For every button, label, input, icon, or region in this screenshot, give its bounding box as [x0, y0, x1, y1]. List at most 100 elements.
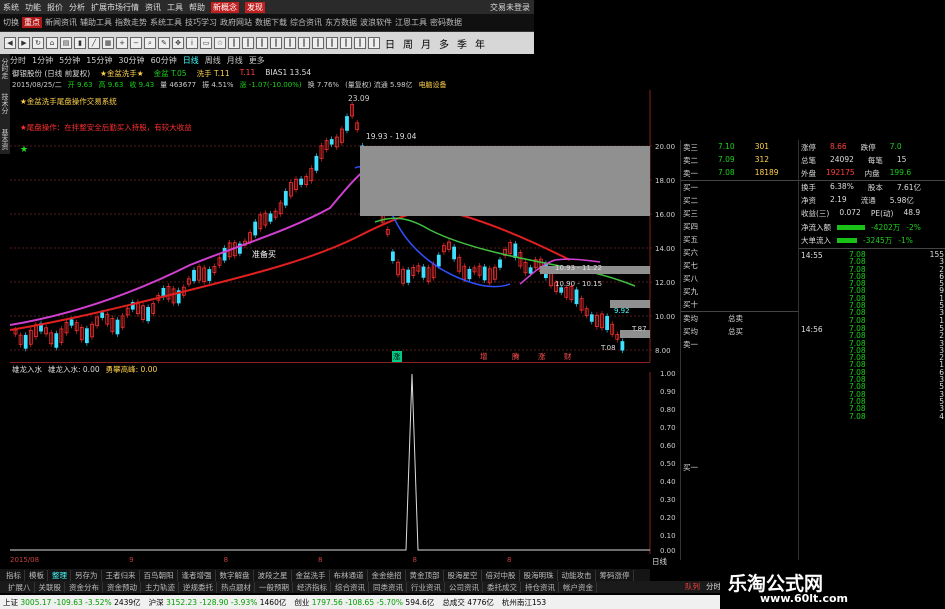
formula-tab-15[interactable]: 股海明珠: [521, 569, 558, 581]
period-8[interactable]: 月线: [227, 55, 243, 66]
formula-tab-4[interactable]: 王者归来: [103, 569, 140, 581]
formula-tab-7[interactable]: 数字解盘: [217, 569, 254, 581]
menu-item-2[interactable]: 报价: [47, 2, 63, 13]
menu-item-1[interactable]: 功能: [25, 2, 41, 13]
menu-red-tab-2[interactable]: 发现: [245, 1, 265, 13]
formula-tab-2[interactable]: 整理: [49, 569, 71, 581]
period-2[interactable]: 5分钟: [59, 55, 80, 66]
bars10-icon[interactable]: ║: [354, 37, 366, 49]
menu-item-6[interactable]: 工具: [167, 2, 183, 13]
chart-icon[interactable]: ▤: [60, 37, 72, 49]
formula-tab-3[interactable]: 另存为: [72, 569, 102, 581]
tab-6[interactable]: 技巧学习: [185, 17, 217, 28]
tab-5[interactable]: 系统工具: [150, 17, 182, 28]
info-icon[interactable]: i: [186, 37, 198, 49]
period-3[interactable]: 15分钟: [86, 55, 112, 66]
info-tab-6[interactable]: 热点题材: [218, 581, 255, 593]
formula-tab-8[interactable]: 波段之星: [255, 569, 292, 581]
info-tab-5[interactable]: 逆规委托: [180, 581, 217, 593]
formula-tab-6[interactable]: 逢者增强: [179, 569, 216, 581]
tab-13[interactable]: 密码数据: [430, 17, 462, 28]
bars9-icon[interactable]: ║: [340, 37, 352, 49]
period-season[interactable]: 季: [454, 36, 470, 51]
formula-tab-17[interactable]: 筹码涨停: [597, 569, 634, 581]
info-tab-15[interactable]: 帐户资金: [560, 581, 597, 593]
side-tab-technical[interactable]: 技术分析: [0, 93, 10, 118]
period-4[interactable]: 30分钟: [118, 55, 144, 66]
print-icon[interactable]: ▭: [200, 37, 212, 49]
tab-0[interactable]: 切换: [3, 17, 19, 28]
bars3-icon[interactable]: ║: [256, 37, 268, 49]
tab-3[interactable]: 辅助工具: [80, 17, 112, 28]
tab-7[interactable]: 政府网站: [220, 17, 252, 28]
rb-tab-2[interactable]: 分时: [706, 581, 721, 592]
menu-item-3[interactable]: 分析: [69, 2, 85, 13]
bars-icon[interactable]: ║: [228, 37, 240, 49]
period-year[interactable]: 年: [472, 36, 488, 51]
bars7-icon[interactable]: ║: [312, 37, 324, 49]
draw-icon[interactable]: ✎: [158, 37, 170, 49]
period-multi[interactable]: 多: [436, 36, 452, 51]
formula-tab-12[interactable]: 黄金顶部: [407, 569, 444, 581]
side-tab-intraday[interactable]: 分时走势: [0, 58, 10, 83]
zoom-out-icon[interactable]: −: [130, 37, 142, 49]
info-tab-12[interactable]: 公司资讯: [446, 581, 483, 593]
info-tab-0[interactable]: 扩展八: [5, 581, 35, 593]
formula-tab-10[interactable]: 布林通道: [331, 569, 368, 581]
menu-item-0[interactable]: 系统: [3, 2, 19, 13]
tab-12[interactable]: 江恩工具: [395, 17, 427, 28]
info-tab-7[interactable]: 一般预期: [256, 581, 293, 593]
period-7[interactable]: 周线: [205, 55, 221, 66]
bars6-icon[interactable]: ║: [298, 37, 310, 49]
info-tab-4[interactable]: 主力轨迹: [142, 581, 179, 593]
formula-tab-9[interactable]: 金盆洗手: [293, 569, 330, 581]
tab-10[interactable]: 东方数据: [325, 17, 357, 28]
info-tab-13[interactable]: 委托成交: [484, 581, 521, 593]
formula-tab-11[interactable]: 金金绝招: [369, 569, 406, 581]
line-icon[interactable]: ╱: [88, 37, 100, 49]
menu-red-tab-1[interactable]: 新概念: [211, 1, 239, 13]
tab-4[interactable]: 指数走势: [115, 17, 147, 28]
candle-icon[interactable]: ▮: [74, 37, 86, 49]
refresh-icon[interactable]: ↻: [32, 37, 44, 49]
rb-tab-0[interactable]: 日线: [652, 556, 667, 567]
forward-icon[interactable]: ▶: [18, 37, 30, 49]
period-1[interactable]: 1分钟: [32, 55, 53, 66]
trade-login-status[interactable]: 交易未登录: [490, 2, 534, 13]
period-0[interactable]: 分时: [10, 55, 26, 66]
bars8-icon[interactable]: ║: [326, 37, 338, 49]
period-6[interactable]: 日线: [183, 55, 199, 66]
tab-11[interactable]: 波浪软件: [360, 17, 392, 28]
info-tab-1[interactable]: 关联股: [36, 581, 65, 593]
back-icon[interactable]: ◀: [4, 37, 16, 49]
star-icon[interactable]: ☆: [214, 37, 226, 49]
home-icon[interactable]: ⌂: [46, 37, 58, 49]
formula-tab-13[interactable]: 股海星空: [445, 569, 482, 581]
bars2-icon[interactable]: ║: [242, 37, 254, 49]
period-9[interactable]: 更多: [249, 55, 265, 66]
side-tab-fundamental[interactable]: 基本资料: [0, 129, 10, 154]
bars4-icon[interactable]: ║: [270, 37, 282, 49]
formula-tab-16[interactable]: 动能攻击: [559, 569, 596, 581]
bars11-icon[interactable]: ║: [368, 37, 380, 49]
move-icon[interactable]: ✥: [172, 37, 184, 49]
tab-8[interactable]: 数据下载: [255, 17, 287, 28]
bars5-icon[interactable]: ║: [284, 37, 296, 49]
info-tab-3[interactable]: 资金预动: [104, 581, 141, 593]
period-5[interactable]: 60分钟: [151, 55, 177, 66]
formula-tab-1[interactable]: 模板: [26, 569, 48, 581]
info-tab-8[interactable]: 经济指标: [294, 581, 331, 593]
grid-icon[interactable]: ▦: [102, 37, 114, 49]
menu-item-5[interactable]: 资讯: [145, 2, 161, 13]
formula-tab-5[interactable]: 百鸟朝阳: [141, 569, 178, 581]
rb-tab-1[interactable]: 队列: [685, 581, 700, 592]
period-week[interactable]: 周: [400, 36, 416, 51]
search-icon[interactable]: ⌕: [144, 37, 156, 49]
period-day[interactable]: 日: [382, 36, 398, 51]
formula-tab-0[interactable]: 指标: [3, 569, 25, 581]
zoom-in-icon[interactable]: +: [116, 37, 128, 49]
menu-item-4[interactable]: 扩展市场行情: [91, 2, 139, 13]
menu-item-7[interactable]: 帮助: [189, 2, 205, 13]
info-tab-2[interactable]: 资金分布: [66, 581, 103, 593]
info-tab-11[interactable]: 行业资讯: [408, 581, 445, 593]
